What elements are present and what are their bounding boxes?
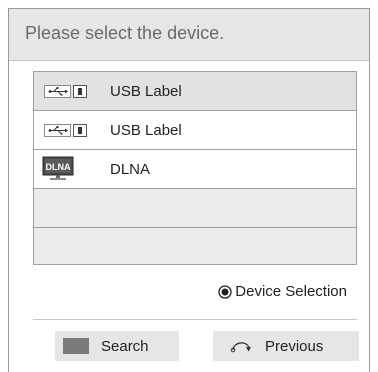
dlna-icon: DLNA <box>42 156 74 180</box>
search-button-label: Search <box>101 337 149 355</box>
gray-key-icon <box>63 338 89 354</box>
device-label: USB Label <box>110 122 182 139</box>
device-label: USB Label <box>110 83 182 100</box>
previous-button-label: Previous <box>265 337 324 355</box>
previous-button[interactable]: Previous <box>213 331 359 361</box>
device-row-usb-2[interactable]: USB Label <box>34 111 356 150</box>
empty-row <box>34 228 356 264</box>
dialog-title: Please select the device. <box>25 23 225 43</box>
device-selection-label: Device Selection <box>235 283 347 300</box>
device-label: DLNA <box>110 161 151 178</box>
device-list: USB Label USB Label DLNA DLNA <box>33 71 357 265</box>
divider <box>33 319 357 320</box>
device-selection-hint: Device Selection <box>218 283 347 300</box>
back-arrow-icon <box>230 342 251 353</box>
dlna-icon-text: DLNA <box>46 162 71 172</box>
dialog-header: Please select the device. <box>9 9 369 61</box>
device-row-usb-1[interactable]: USB Label <box>34 72 356 111</box>
empty-row <box>34 189 356 228</box>
device-row-dlna[interactable]: DLNA DLNA <box>34 150 356 189</box>
device-select-dialog: Please select the device. USB Label USB … <box>8 8 370 372</box>
search-button[interactable]: Search <box>55 331 179 361</box>
radio-selected-icon <box>218 284 232 299</box>
usb-icon <box>44 85 87 98</box>
usb-icon <box>44 124 87 137</box>
